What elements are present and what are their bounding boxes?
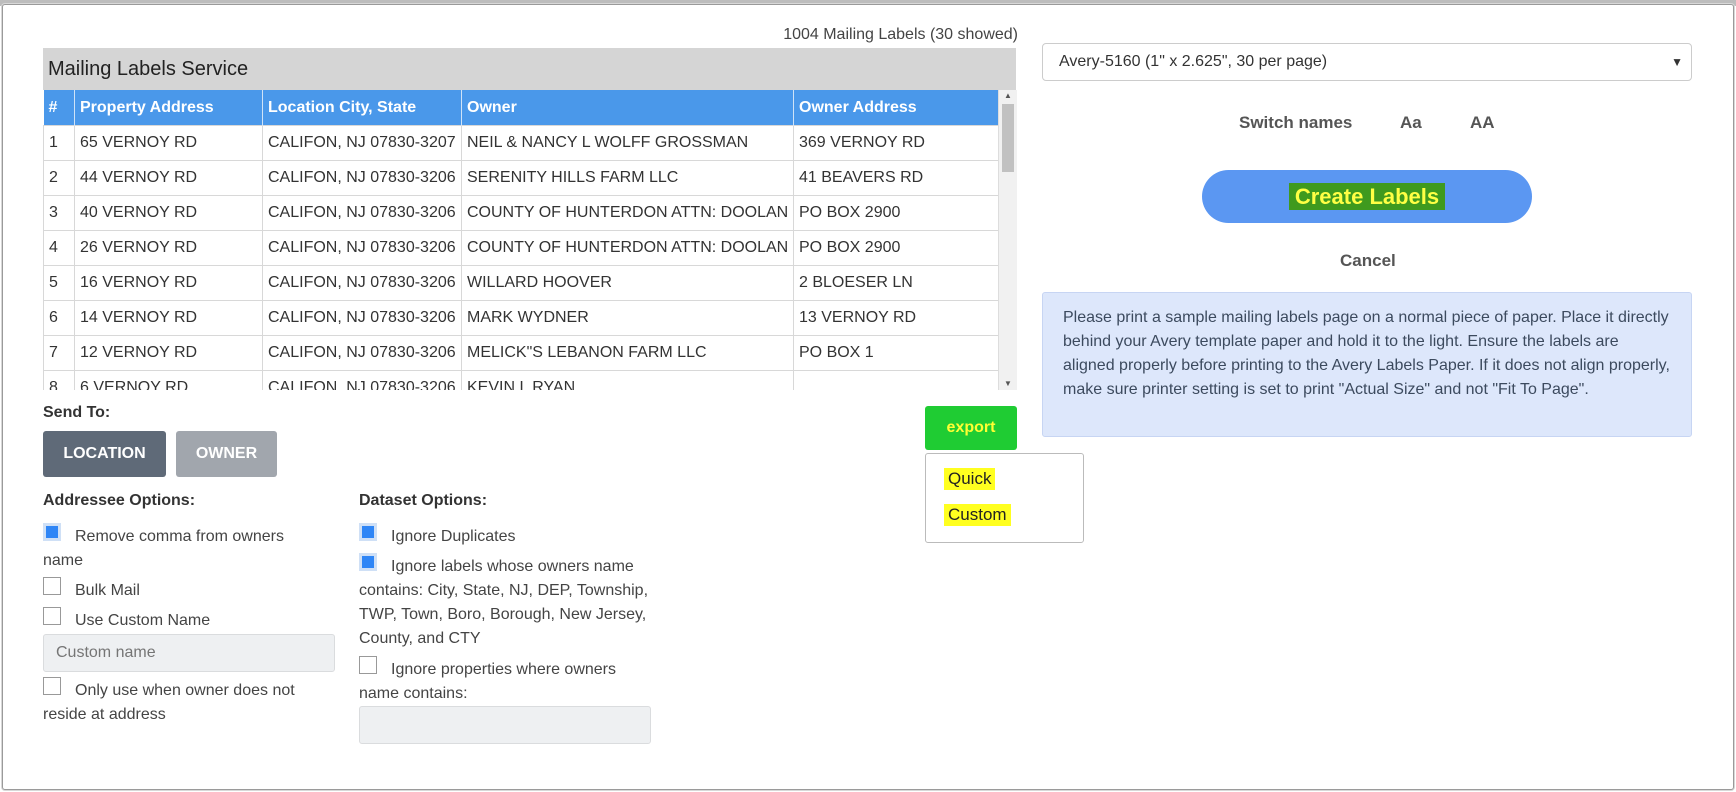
- col-header-owner-address[interactable]: Owner Address: [793, 90, 999, 126]
- cell-owner-address: 369 VERNOY RD: [793, 125, 999, 161]
- ignore-duplicates-label: Ignore Duplicates: [391, 528, 516, 545]
- send-to-label: Send To:: [43, 404, 111, 421]
- cell-owner-address: PO BOX 1: [793, 335, 999, 371]
- ignore-duplicates-checkbox[interactable]: [359, 523, 377, 541]
- use-custom-name-checkbox[interactable]: [43, 607, 61, 625]
- cell-owner: MELICK"S LEBANON FARM LLC: [461, 335, 794, 371]
- cell-property-address: 26 VERNOY RD: [74, 230, 263, 266]
- create-labels-button[interactable]: Create Labels: [1202, 170, 1532, 223]
- bulk-mail-checkbox[interactable]: [43, 577, 61, 595]
- cell-property-address: 40 VERNOY RD: [74, 195, 263, 231]
- cell-owner: SERENITY HILLS FARM LLC: [461, 160, 794, 196]
- labels-table-panel: Mailing Labels Service # Property Addres…: [43, 48, 1041, 390]
- table-row[interactable]: 1 65 VERNOY RD CALIFON, NJ 07830-3207 NEIL …: [43, 125, 999, 161]
- addressee-options-title: Addressee Options:: [43, 492, 196, 509]
- export-custom-item[interactable]: Custom: [944, 504, 1011, 526]
- template-select[interactable]: Avery-5160 (1" x 2.625", 30 per page) ▼: [1042, 43, 1692, 81]
- scroll-down-icon[interactable]: ▼: [999, 378, 1017, 390]
- table-title: Mailing Labels Service: [48, 58, 249, 80]
- custom-name-input[interactable]: [43, 634, 335, 672]
- cell-owner-address: 41 BEAVERS RD: [793, 160, 999, 196]
- export-button[interactable]: export: [925, 406, 1017, 450]
- cell-location: CALIFON, NJ 07830-3206: [262, 230, 462, 266]
- cell-property-address: 65 VERNOY RD: [74, 125, 263, 161]
- dataset-options-title: Dataset Options:: [359, 492, 488, 509]
- chevron-down-icon: ▼: [1671, 55, 1683, 69]
- col-header-owner[interactable]: Owner: [461, 90, 794, 126]
- cell-owner-address: 13 VERNOY RD: [793, 300, 999, 336]
- ignore-properties-label: Ignore properties where owners name cont…: [359, 661, 617, 702]
- location-button[interactable]: LOCATION: [43, 431, 166, 477]
- cell-number: 6: [43, 300, 75, 336]
- only-use-label: Only use when owner does not reside at a…: [43, 682, 295, 723]
- cancel-button[interactable]: Cancel: [1340, 251, 1396, 271]
- owner-name-contains-input[interactable]: [359, 706, 651, 744]
- cell-location: CALIFON, NJ 07830-3206: [262, 300, 462, 336]
- cell-owner: NEIL & NANCY L WOLFF GROSSMAN: [461, 125, 794, 161]
- cell-owner: MARK WYDNER: [461, 300, 794, 336]
- cell-property-address: 16 VERNOY RD: [74, 265, 263, 301]
- cell-number: 3: [43, 195, 75, 231]
- template-select-value: Avery-5160 (1" x 2.625", 30 per page): [1059, 53, 1328, 70]
- labels-table: # Property Address Location City, State …: [43, 90, 999, 390]
- cell-number: 2: [43, 160, 75, 196]
- table-row[interactable]: 6 14 VERNOY RD CALIFON, NJ 07830-3206 MARK …: [43, 300, 999, 336]
- cell-owner: KEVIN L RYAN: [461, 370, 794, 390]
- cell-location: CALIFON, NJ 07830-3206: [262, 160, 462, 196]
- table-row[interactable]: 7 12 VERNOY RD CALIFON, NJ 07830-3206 MELIC…: [43, 335, 999, 371]
- cell-owner-address: PO BOX 2900: [793, 230, 999, 266]
- cell-property-address: 6 VERNOY RD: [74, 370, 263, 390]
- table-scroll-area[interactable]: # Property Address Location City, State …: [43, 90, 1041, 390]
- cell-owner-address: [793, 370, 999, 390]
- col-header-location[interactable]: Location City, State: [262, 90, 462, 126]
- ignore-labels-label: Ignore labels whose owners name contains…: [359, 558, 649, 647]
- cell-location: CALIFON, NJ 07830-3206: [262, 335, 462, 371]
- cell-property-address: 44 VERNOY RD: [74, 160, 263, 196]
- labels-count: 1004 Mailing Labels (30 showed): [783, 26, 1018, 43]
- cell-owner: COUNTY OF HUNTERDON ATTN: DOOLAN: [461, 195, 794, 231]
- export-dropdown: Quick Custom: [925, 453, 1084, 543]
- col-header-property-address[interactable]: Property Address: [74, 90, 263, 126]
- cell-number: 1: [43, 125, 75, 161]
- cell-number: 7: [43, 335, 75, 371]
- title-case-button[interactable]: Aa: [1400, 113, 1422, 133]
- owner-button[interactable]: OWNER: [176, 431, 277, 477]
- cell-owner: COUNTY OF HUNTERDON ATTN: DOOLAN: [461, 230, 794, 266]
- cell-property-address: 12 VERNOY RD: [74, 335, 263, 371]
- export-quick-item[interactable]: Quick: [944, 468, 996, 490]
- table-header-row: # Property Address Location City, State …: [43, 90, 999, 126]
- cell-owner-address: PO BOX 2900: [793, 195, 999, 231]
- scroll-thumb[interactable]: [1002, 104, 1014, 172]
- switch-names-button[interactable]: Switch names: [1239, 113, 1352, 133]
- create-labels-label: Create Labels: [1288, 182, 1446, 210]
- cell-owner-address: 2 BLOESER LN: [793, 265, 999, 301]
- cell-owner: WILLARD HOOVER: [461, 265, 794, 301]
- cell-number: 4: [43, 230, 75, 266]
- cell-location: CALIFON, NJ 07830-3207: [262, 125, 462, 161]
- table-scrollbar[interactable]: ▲ ▼: [998, 90, 1017, 390]
- table-row[interactable]: 5 16 VERNOY RD CALIFON, NJ 07830-3206 WILLA…: [43, 265, 999, 301]
- table-row[interactable]: 4 26 VERNOY RD CALIFON, NJ 07830-3206 COUNT…: [43, 230, 999, 266]
- table-row[interactable]: 2 44 VERNOY RD CALIFON, NJ 07830-3206 SEREN…: [43, 160, 999, 196]
- cell-location: CALIFON, NJ 07830-3206: [262, 370, 462, 390]
- table-row[interactable]: 3 40 VERNOY RD CALIFON, NJ 07830-3206 COUNT…: [43, 195, 999, 231]
- table-row[interactable]: 86 VERNOY RD CALIFON, NJ 07830-3206 KEVIN …: [43, 370, 999, 390]
- bulk-mail-label: Bulk Mail: [75, 582, 140, 599]
- cell-number: 5: [43, 265, 75, 301]
- cell-location: CALIFON, NJ 07830-3206: [262, 265, 462, 301]
- upper-case-button[interactable]: AA: [1470, 113, 1495, 133]
- scroll-up-icon[interactable]: ▲: [999, 90, 1017, 102]
- cell-number: 8: [43, 370, 75, 390]
- cell-location: CALIFON, NJ 07830-3206: [262, 195, 462, 231]
- col-header-number[interactable]: #: [43, 90, 75, 126]
- cell-property-address: 14 VERNOY RD: [74, 300, 263, 336]
- print-info-notice: Please print a sample mailing labels pag…: [1042, 292, 1692, 437]
- use-custom-name-label: Use Custom Name: [75, 612, 211, 629]
- remove-comma-label: Remove comma from owners name: [43, 528, 284, 569]
